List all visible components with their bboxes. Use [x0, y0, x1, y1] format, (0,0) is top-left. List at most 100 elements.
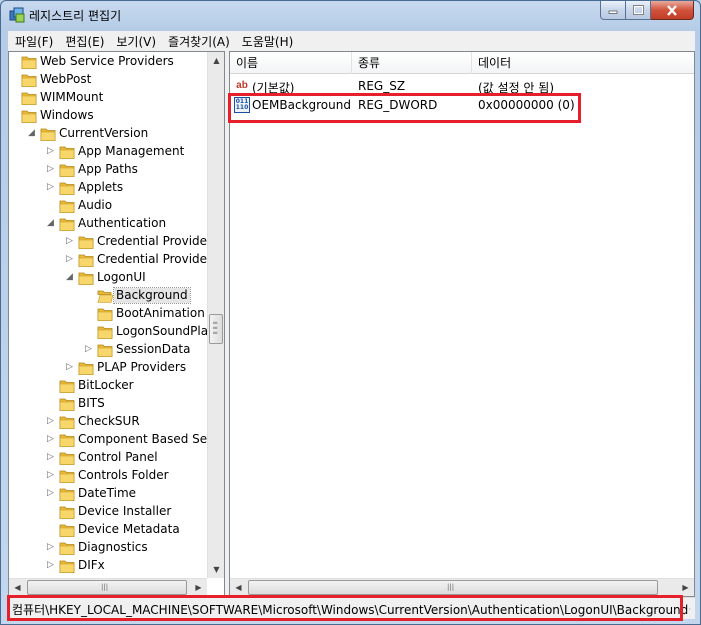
scroll-down-button[interactable]: ▼: [208, 561, 224, 578]
expand-arrow-icon[interactable]: ▷: [47, 489, 56, 498]
collapse-arrow-icon[interactable]: ◢: [66, 273, 75, 282]
regedit-window: 레지스트리 편집기 파일(F) 편집(E) 보기(V) 즐겨찾기(A) 도움말(H) W…: [0, 0, 701, 625]
tree-node[interactable]: BITS: [9, 395, 207, 413]
tree-node[interactable]: ▷ Component Based Servic: [9, 431, 207, 449]
tree-node-label: PLAP Providers: [97, 360, 187, 374]
folder-icon: [97, 342, 113, 358]
tree-node[interactable]: ◢ LogonUI: [9, 269, 207, 287]
tree-node[interactable]: ▷ Controls Folder: [9, 467, 207, 485]
tree-vertical-thumb[interactable]: ═ ═ ═: [209, 314, 223, 344]
folder-icon: [59, 432, 75, 448]
folder-icon: [59, 216, 75, 232]
tree-node[interactable]: Audio: [9, 197, 207, 215]
folder-icon: [59, 486, 75, 502]
tree-node-label: Applets: [78, 180, 124, 194]
tree-node[interactable]: ◢ Authentication: [9, 215, 207, 233]
tree-node[interactable]: ▷ Diagnostics: [9, 539, 207, 557]
column-data-header[interactable]: 데이터: [472, 52, 694, 74]
expand-arrow-icon[interactable]: ▷: [47, 561, 56, 570]
tree-node[interactable]: ▷ PLAP Providers: [9, 359, 207, 377]
expand-arrow-icon[interactable]: ▷: [47, 471, 56, 480]
tree-node[interactable]: Web Service Providers: [9, 53, 207, 71]
scroll-right-button[interactable]: ▶: [190, 579, 207, 596]
tree-node[interactable]: Device Installer: [9, 503, 207, 521]
tree-node-label: Device Metadata: [78, 522, 180, 536]
menu-item[interactable]: 편집(E): [59, 33, 110, 50]
minimize-button[interactable]: [600, 1, 626, 20]
folder-icon: [21, 54, 37, 70]
tree-node[interactable]: ▷ App Paths: [9, 161, 207, 179]
folder-icon: [59, 558, 75, 574]
tree-node[interactable]: ▷ App Management: [9, 143, 207, 161]
menu-item[interactable]: 즐겨찾기(A): [162, 33, 236, 50]
tree-node[interactable]: ▷ Credential Provider Fi: [9, 233, 207, 251]
values-list-pane[interactable]: 이름 종류 데이터 ab (기본값) REG_SZ (값 설정 안 됨) 011…: [229, 51, 695, 597]
tree-node-label: App Management: [78, 144, 185, 158]
menu-item[interactable]: 보기(V): [110, 33, 162, 50]
tree-node[interactable]: Device Metadata: [9, 521, 207, 539]
expand-arrow-icon[interactable]: ▷: [85, 345, 94, 354]
tree-node-label: BitLocker: [78, 378, 134, 392]
tree-node[interactable]: ▷ SessionData: [9, 341, 207, 359]
expand-arrow-icon[interactable]: ▷: [47, 165, 56, 174]
expand-arrow-icon[interactable]: ▷: [47, 417, 56, 426]
tree-horizontal-scrollbar[interactable]: ◀ ||| ▶: [9, 578, 207, 596]
tree-node[interactable]: WIMMount: [9, 89, 207, 107]
menu-item[interactable]: 파일(F): [8, 33, 59, 50]
tree-node-label: Web Service Providers: [40, 54, 174, 68]
expand-arrow-icon[interactable]: ▷: [47, 543, 56, 552]
collapse-arrow-icon[interactable]: ◢: [28, 129, 37, 138]
tree-horizontal-thumb[interactable]: |||: [27, 580, 187, 595]
expand-arrow-icon[interactable]: ▷: [66, 255, 75, 264]
tree-node[interactable]: WebPost: [9, 71, 207, 89]
folder-icon: [78, 270, 94, 286]
scroll-left-button[interactable]: ◀: [9, 579, 26, 596]
close-button[interactable]: [651, 1, 694, 20]
expand-arrow-icon[interactable]: ▷: [47, 147, 56, 156]
expand-arrow-icon[interactable]: ▷: [47, 453, 56, 462]
scroll-left-button[interactable]: ◀: [230, 579, 247, 596]
list-horizontal-thumb[interactable]: |||: [248, 580, 658, 595]
tree-node[interactable]: ▷ Control Panel: [9, 449, 207, 467]
folder-icon: [78, 234, 94, 250]
client-area: Web Service Providers WebPost WIMMount Wind…: [8, 51, 695, 597]
regedit-app-icon: [9, 7, 25, 23]
tree-node[interactable]: LogonSoundPlaye: [9, 323, 207, 341]
expand-arrow-icon[interactable]: ▷: [47, 183, 56, 192]
folder-icon: [59, 504, 75, 520]
tree-node-label: Credential Provider Fi: [97, 234, 207, 248]
list-horizontal-scrollbar[interactable]: ◀ ||| ▶: [230, 578, 694, 596]
folder-icon: [59, 414, 75, 430]
tree-node-label: Audio: [78, 198, 113, 212]
tree-node-label: Credential Providers: [97, 252, 207, 266]
tree-pane[interactable]: Web Service Providers WebPost WIMMount Wind…: [8, 51, 225, 597]
column-name-header[interactable]: 이름: [230, 52, 352, 74]
tree-node-label: CurrentVersion: [59, 126, 149, 140]
expand-arrow-icon[interactable]: ▷: [66, 237, 75, 246]
tree-node[interactable]: ▷ DIFx: [9, 557, 207, 575]
title-bar[interactable]: 레지스트리 편집기: [1, 1, 700, 30]
tree-node[interactable]: BitLocker: [9, 377, 207, 395]
thumb-grip-icon: |||: [101, 583, 109, 591]
resize-grip-icon[interactable]: ⋰: [683, 607, 693, 617]
tree-vertical-scrollbar[interactable]: ▲ ═ ═ ═ ▼: [207, 52, 224, 578]
expand-arrow-icon[interactable]: ▷: [66, 363, 75, 372]
scroll-right-button[interactable]: ▶: [677, 579, 694, 596]
maximize-button[interactable]: [626, 1, 651, 20]
scroll-up-button[interactable]: ▲: [208, 52, 224, 69]
folder-icon: [59, 522, 75, 538]
menu-item[interactable]: 도움말(H): [236, 33, 300, 50]
tree-node[interactable]: ▷ Applets: [9, 179, 207, 197]
tree-node[interactable]: BootAnimation: [9, 305, 207, 323]
folder-icon: [21, 90, 37, 106]
tree-node[interactable]: ▷ CheckSUR: [9, 413, 207, 431]
tree-node[interactable]: Background: [9, 287, 207, 305]
tree-node[interactable]: ◢ CurrentVersion: [9, 125, 207, 143]
tree-node[interactable]: ▷ DateTime: [9, 485, 207, 503]
folder-icon: [59, 198, 75, 214]
collapse-arrow-icon[interactable]: ◢: [47, 219, 56, 228]
column-type-header[interactable]: 종류: [352, 52, 472, 74]
tree-node[interactable]: ▷ Credential Providers: [9, 251, 207, 269]
tree-node[interactable]: Windows: [9, 107, 207, 125]
expand-arrow-icon[interactable]: ▷: [47, 435, 56, 444]
